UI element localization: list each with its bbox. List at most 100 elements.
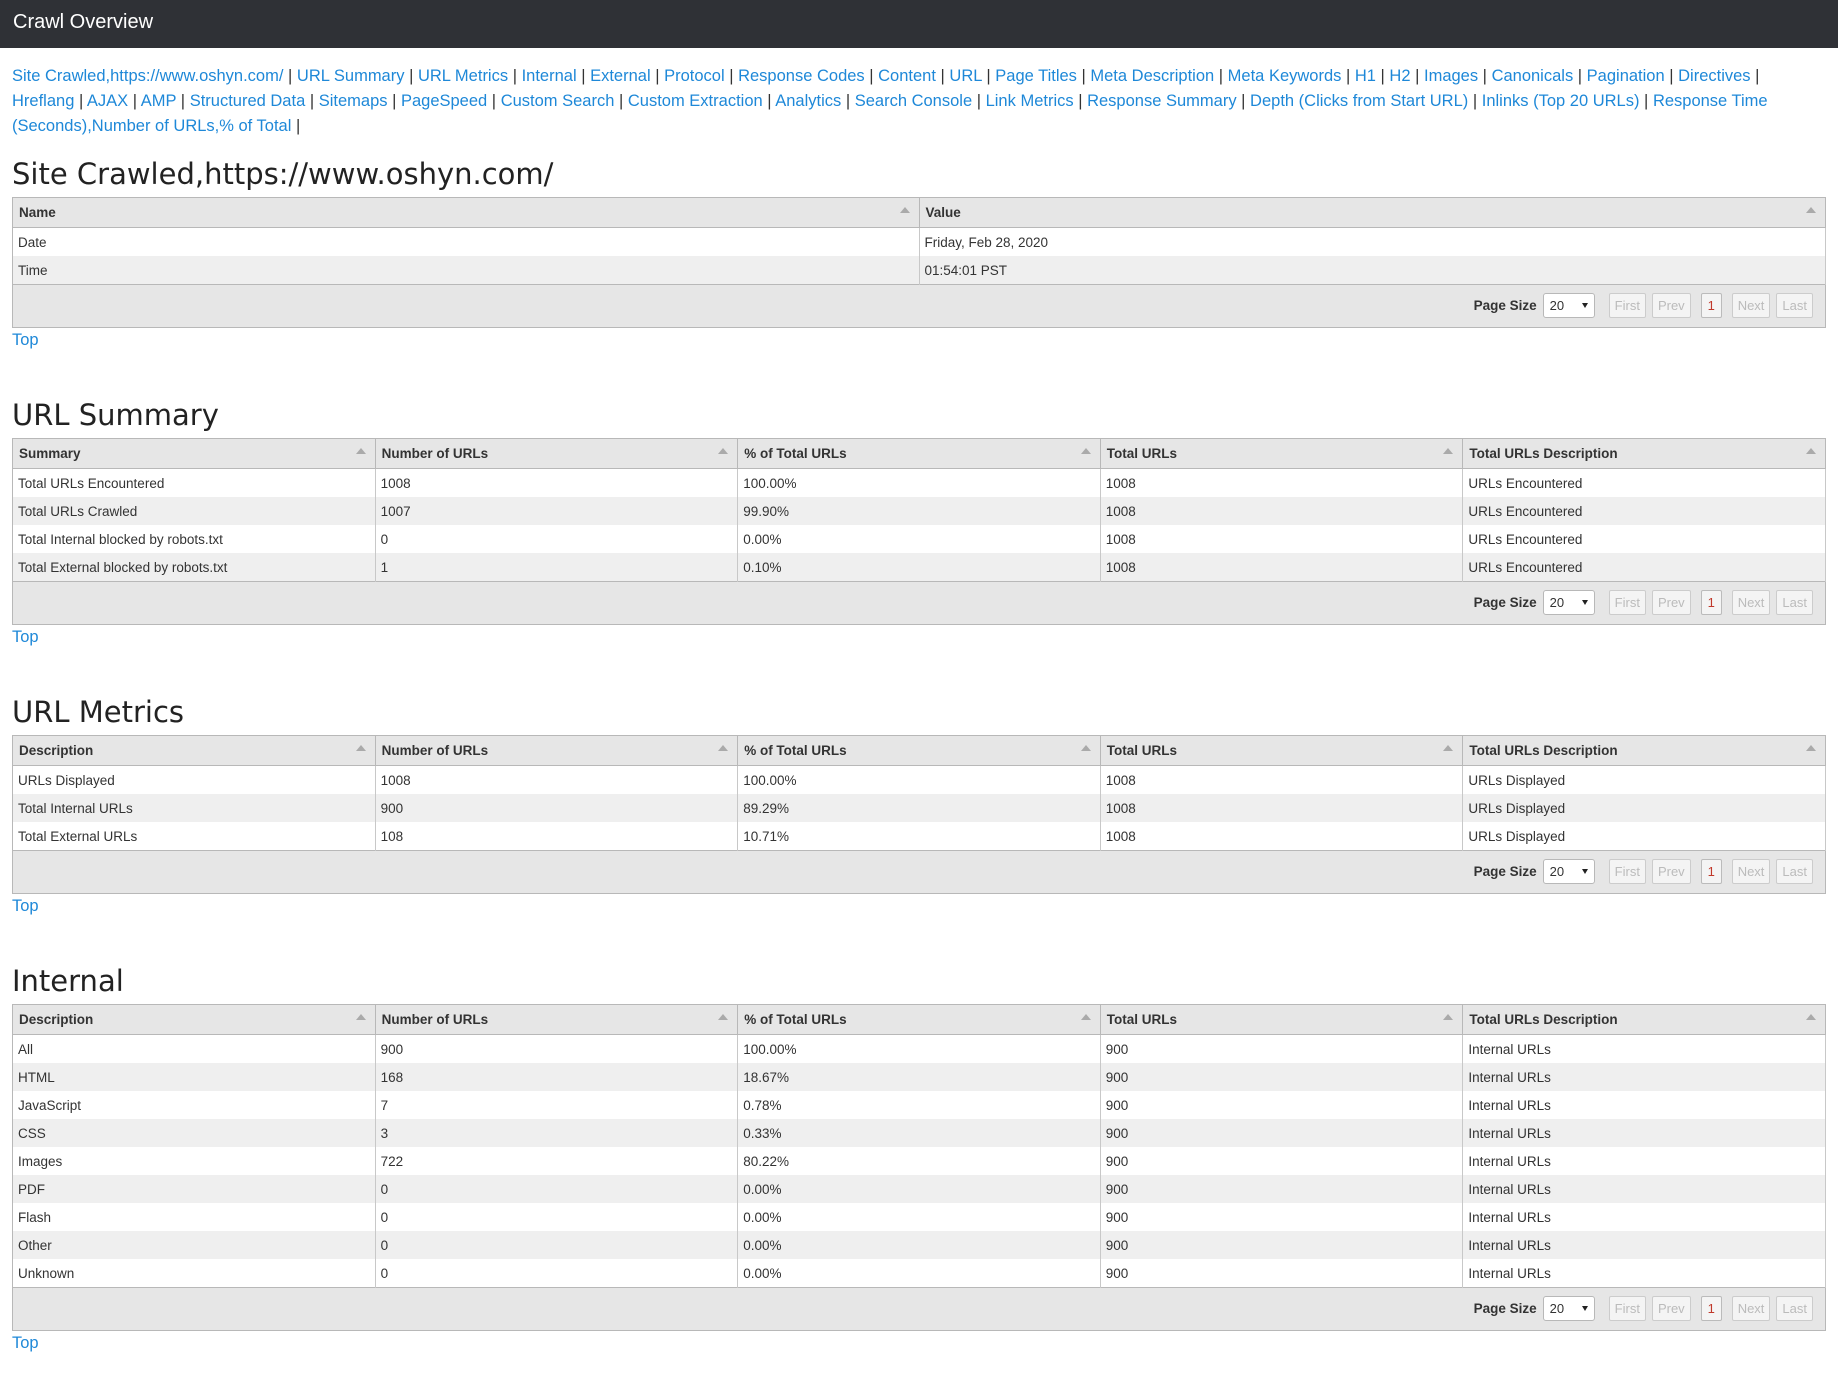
prev-page-button[interactable]: Prev <box>1651 859 1691 884</box>
sort-arrow-icon[interactable] <box>355 745 366 751</box>
column-header[interactable]: Total URLs <box>1100 735 1464 766</box>
column-header[interactable]: % of Total URLs <box>737 438 1101 469</box>
column-header[interactable]: % of Total URLs <box>737 1004 1101 1035</box>
sort-arrow-icon[interactable] <box>355 448 366 454</box>
table-cell: Total URLs Encountered <box>12 468 376 497</box>
next-page-button[interactable]: Next <box>1731 590 1771 615</box>
nav-link[interactable]: Structured Data <box>190 92 306 110</box>
next-page-button[interactable]: Next <box>1731 293 1771 318</box>
back-to-top-link[interactable]: Top <box>12 897 1826 916</box>
first-page-button[interactable]: First <box>1608 293 1646 318</box>
column-header[interactable]: Value <box>919 197 1826 228</box>
current-page-button[interactable]: 1 <box>1700 859 1722 884</box>
first-page-button[interactable]: First <box>1608 859 1646 884</box>
sort-arrow-icon[interactable] <box>1080 1014 1091 1020</box>
column-header[interactable]: Name <box>12 197 920 228</box>
column-header[interactable]: Total URLs <box>1100 438 1464 469</box>
nav-link[interactable]: AMP <box>141 92 176 110</box>
nav-link[interactable]: URL Summary <box>297 67 405 85</box>
nav-link[interactable]: Page Titles <box>995 67 1077 85</box>
current-page-button[interactable]: 1 <box>1700 293 1722 318</box>
sort-arrow-icon[interactable] <box>1806 448 1816 454</box>
nav-link[interactable]: Canonicals <box>1492 67 1574 85</box>
nav-link[interactable]: Site Crawled,https://www.oshyn.com/ <box>12 67 283 85</box>
current-page-button[interactable]: 1 <box>1700 590 1722 615</box>
column-header[interactable]: Description <box>12 1004 376 1035</box>
sort-arrow-icon[interactable] <box>1443 1014 1454 1020</box>
last-page-button[interactable]: Last <box>1776 293 1813 318</box>
nav-link[interactable]: H1 <box>1355 67 1376 85</box>
back-to-top-link[interactable]: Top <box>12 331 1826 350</box>
sort-arrow-icon[interactable] <box>1080 448 1091 454</box>
table-row: URLs Displayed 1008 100.00% 1008 URLs Displa… <box>12 765 1826 794</box>
column-header[interactable]: Total URLs <box>1100 1004 1464 1035</box>
nav-link[interactable]: Hreflang <box>12 92 74 110</box>
first-page-button[interactable]: First <box>1608 1296 1646 1321</box>
sort-arrow-icon[interactable] <box>1443 448 1454 454</box>
column-header[interactable]: Total URLs Description <box>1462 735 1826 766</box>
sort-arrow-icon[interactable] <box>1806 745 1816 751</box>
nav-link[interactable]: Meta Keywords <box>1228 67 1342 85</box>
nav-link[interactable]: Directives <box>1678 67 1750 85</box>
column-header[interactable]: Description <box>12 735 376 766</box>
column-header[interactable]: Summary <box>12 438 376 469</box>
table-row: Total URLs Crawled 1007 99.90% 1008 URLs Enc… <box>12 497 1826 525</box>
last-page-button[interactable]: Last <box>1776 1296 1813 1321</box>
sort-arrow-icon[interactable] <box>718 745 729 751</box>
back-to-top-link[interactable]: Top <box>12 1334 1826 1353</box>
sort-arrow-icon[interactable] <box>355 1014 366 1020</box>
sort-arrow-icon[interactable] <box>718 1014 729 1020</box>
table-cell: 0.33% <box>737 1119 1101 1147</box>
prev-page-button[interactable]: Prev <box>1651 293 1691 318</box>
sort-arrow-icon[interactable] <box>1080 745 1091 751</box>
nav-link[interactable]: Pagination <box>1587 67 1665 85</box>
next-page-button[interactable]: Next <box>1731 859 1771 884</box>
nav-link[interactable]: Depth (Clicks from Start URL) <box>1250 92 1468 110</box>
nav-link[interactable]: Analytics <box>775 92 841 110</box>
nav-link[interactable]: Sitemaps <box>319 92 388 110</box>
nav-link[interactable]: Link Metrics <box>986 92 1074 110</box>
column-header-label: Total URLs <box>1106 1012 1178 1027</box>
sort-arrow-icon[interactable] <box>1806 207 1816 213</box>
page-size-select[interactable]: 20 <box>1542 293 1595 318</box>
nav-link[interactable]: Meta Description <box>1090 67 1214 85</box>
column-header[interactable]: Total URLs Description <box>1462 438 1826 469</box>
sort-arrow-icon[interactable] <box>1806 1014 1816 1020</box>
page-size-select[interactable]: 20 <box>1542 590 1595 615</box>
last-page-button[interactable]: Last <box>1776 590 1813 615</box>
prev-page-button[interactable]: Prev <box>1651 1296 1691 1321</box>
nav-link[interactable]: Custom Extraction <box>628 92 763 110</box>
current-page-button[interactable]: 1 <box>1700 1296 1722 1321</box>
page-size-select[interactable]: 20 <box>1542 859 1595 884</box>
nav-link[interactable]: AJAX <box>87 92 128 110</box>
nav-link[interactable]: URL <box>949 67 981 85</box>
nav-link[interactable]: PageSpeed <box>401 92 487 110</box>
nav-link[interactable]: Inlinks (Top 20 URLs) <box>1482 92 1640 110</box>
nav-link[interactable]: URL Metrics <box>418 67 508 85</box>
nav-link[interactable]: Response Summary <box>1087 92 1236 110</box>
nav-link[interactable]: Protocol <box>664 67 725 85</box>
first-page-button[interactable]: First <box>1608 590 1646 615</box>
nav-link[interactable]: Custom Search <box>501 92 615 110</box>
back-to-top-link[interactable]: Top <box>12 628 1826 647</box>
column-header[interactable]: Number of URLs <box>375 1004 739 1035</box>
last-page-button[interactable]: Last <box>1776 859 1813 884</box>
nav-link[interactable]: Response Codes <box>738 67 865 85</box>
sort-arrow-icon[interactable] <box>718 448 729 454</box>
column-header[interactable]: Number of URLs <box>375 438 739 469</box>
page-size-select[interactable]: 20 <box>1542 1296 1595 1321</box>
sort-arrow-icon[interactable] <box>899 207 910 213</box>
nav-link[interactable]: Search Console <box>855 92 972 110</box>
nav-link[interactable]: Internal <box>522 67 577 85</box>
sort-arrow-icon[interactable] <box>1443 745 1454 751</box>
table-row: Total URLs Encountered 1008 100.00% 1008 URL… <box>12 468 1826 497</box>
column-header[interactable]: Number of URLs <box>375 735 739 766</box>
nav-link[interactable]: H2 <box>1389 67 1410 85</box>
nav-link[interactable]: Content <box>878 67 936 85</box>
prev-page-button[interactable]: Prev <box>1651 590 1691 615</box>
nav-link[interactable]: External <box>590 67 651 85</box>
column-header[interactable]: % of Total URLs <box>737 735 1101 766</box>
column-header[interactable]: Total URLs Description <box>1462 1004 1826 1035</box>
next-page-button[interactable]: Next <box>1731 1296 1771 1321</box>
nav-link[interactable]: Images <box>1424 67 1478 85</box>
